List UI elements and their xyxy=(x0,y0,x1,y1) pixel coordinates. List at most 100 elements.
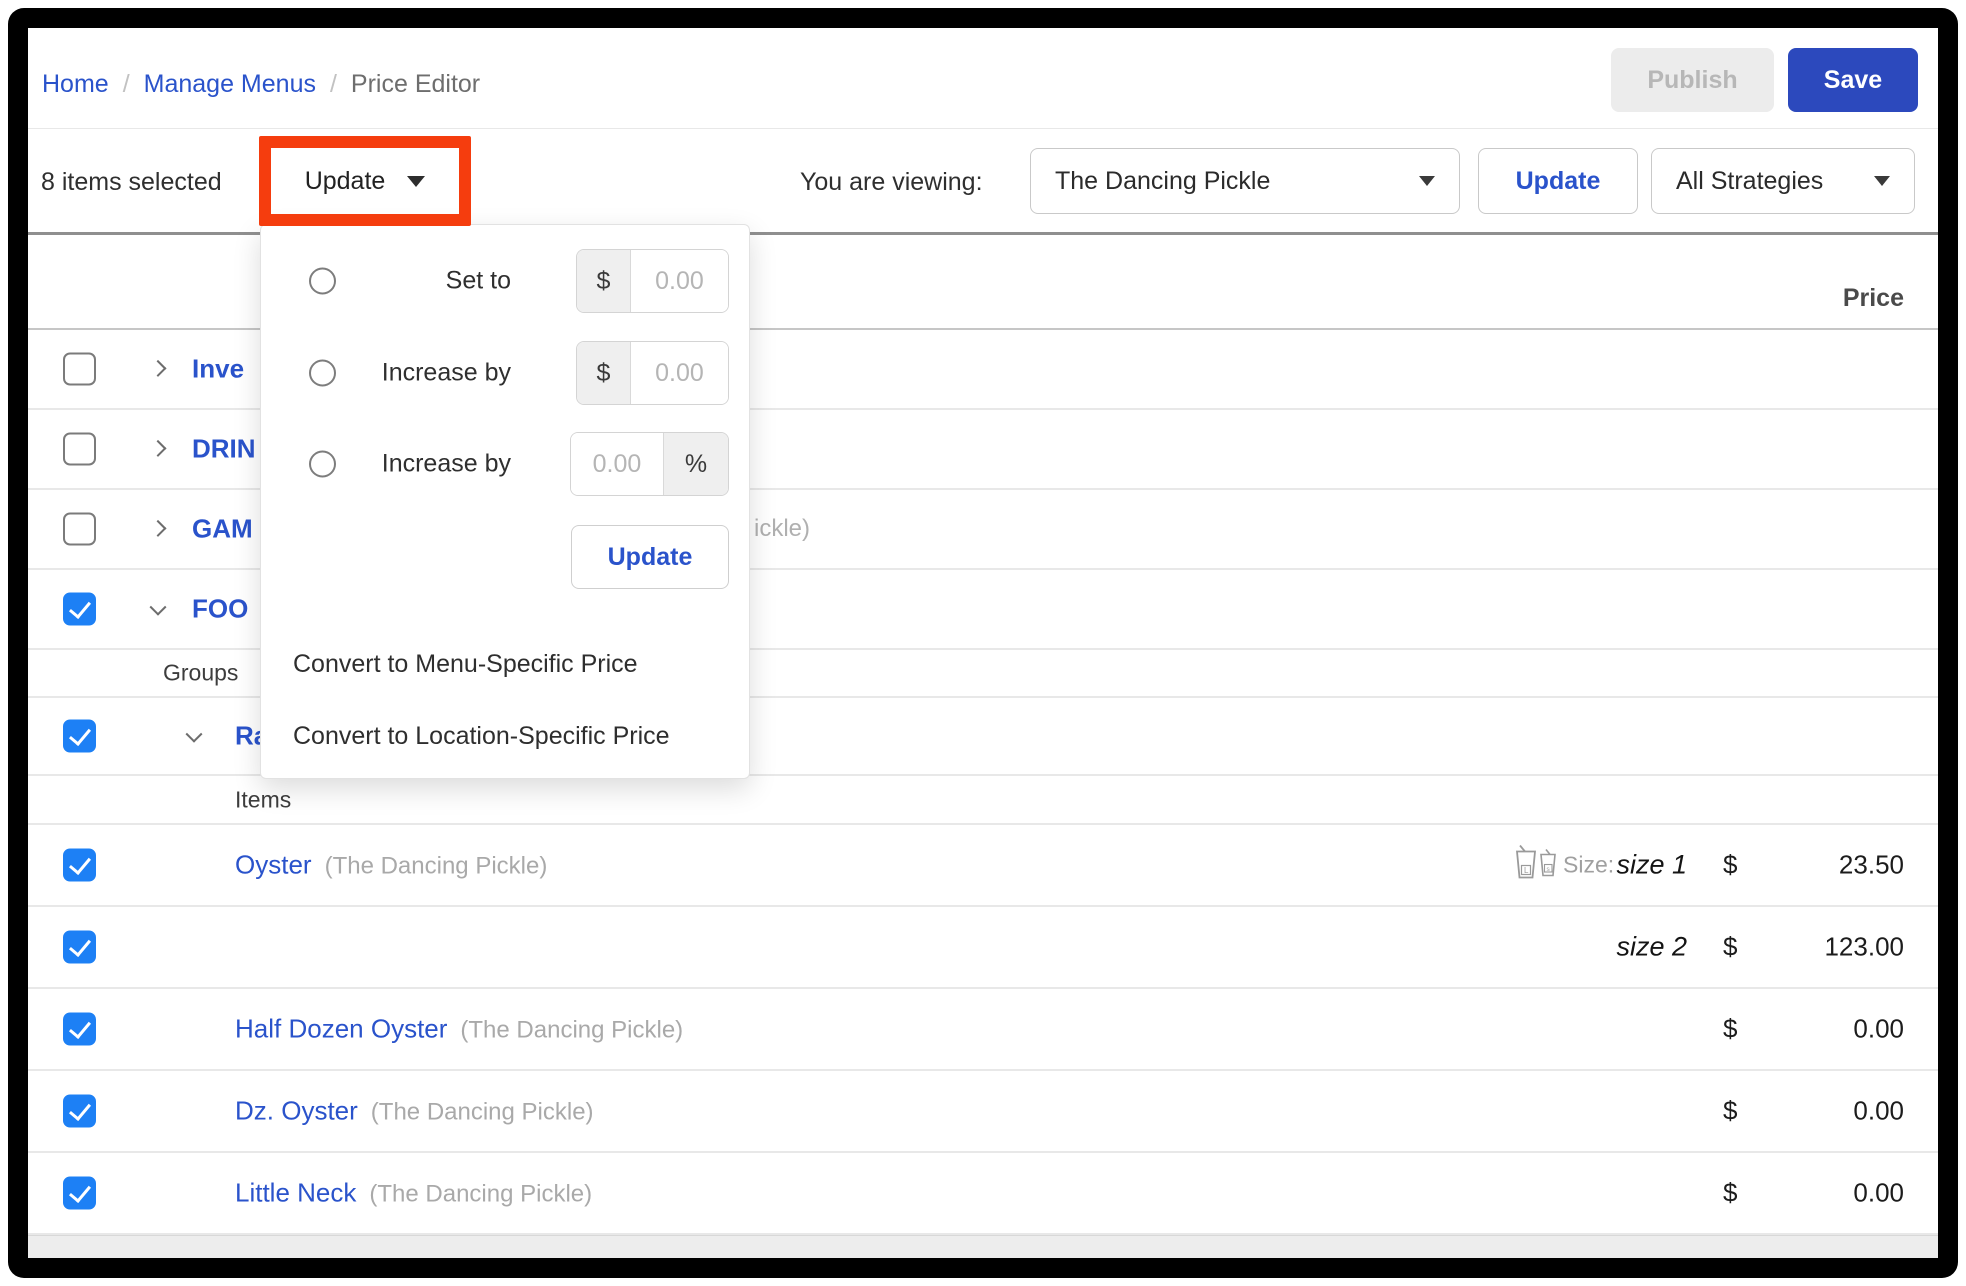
bulk-update-dropdown-panel: Set to $ Increase by $ Increase by xyxy=(260,224,750,779)
item-name-link[interactable]: Oyster xyxy=(235,850,312,881)
item-row-oyster-size1: Oyster (The Dancing Pickle) L s Size: si… xyxy=(28,825,1938,907)
currency-symbol: $ xyxy=(1723,850,1737,881)
currency-symbol: $ xyxy=(1723,932,1737,963)
chevron-down-icon[interactable] xyxy=(150,599,167,616)
size-value: size 2 xyxy=(1616,932,1687,963)
row-checkbox[interactable] xyxy=(63,433,96,466)
convert-to-location-specific-price-item[interactable]: Convert to Location-Specific Price xyxy=(261,707,749,765)
viewing-label: You are viewing: xyxy=(800,168,983,197)
items-section-row: Items xyxy=(28,776,1938,825)
set-to-input-group: $ xyxy=(576,249,729,313)
screenshot-stage: Home / Manage Menus / Price Editor Publi… xyxy=(0,0,1966,1286)
row-checkbox[interactable] xyxy=(63,1095,96,1128)
price-value: 0.00 xyxy=(1853,1096,1904,1127)
row-checkbox[interactable] xyxy=(63,513,96,546)
dropdown-update-button[interactable]: Update xyxy=(571,525,729,589)
menu-select[interactable]: The Dancing Pickle xyxy=(1030,148,1460,214)
breadcrumb-separator: / xyxy=(330,70,337,99)
item-location-text: (The Dancing Pickle) xyxy=(325,853,548,881)
price-value: 123.00 xyxy=(1824,932,1904,963)
dollar-prefix: $ xyxy=(577,342,631,404)
row-checkbox[interactable] xyxy=(63,353,96,386)
breadcrumb-home-link[interactable]: Home xyxy=(42,70,109,99)
item-name-group: Half Dozen Oyster (The Dancing Pickle) xyxy=(235,1014,683,1045)
item-name-link[interactable]: Little Neck xyxy=(235,1178,356,1209)
price-column-header: Price xyxy=(1843,284,1904,313)
menu-select-value: The Dancing Pickle xyxy=(1055,167,1270,196)
bulk-update-dropdown-trigger[interactable]: Update xyxy=(271,148,459,214)
increase-dollar-radio[interactable] xyxy=(309,360,336,387)
size-label: Size: xyxy=(1563,852,1614,879)
items-section-label: Items xyxy=(235,786,291,813)
item-row-half-dozen-oyster: Half Dozen Oyster (The Dancing Pickle) $… xyxy=(28,989,1938,1071)
price-value: 0.00 xyxy=(1853,1178,1904,1209)
percent-suffix: % xyxy=(663,433,728,495)
item-name-group: Oyster (The Dancing Pickle) xyxy=(235,850,547,881)
bottom-strip xyxy=(28,1235,1938,1258)
row-checkbox[interactable] xyxy=(63,593,96,626)
chevron-down-icon xyxy=(1419,176,1435,186)
bulk-update-label: Update xyxy=(305,167,386,196)
increase-dollar-input-group: $ xyxy=(576,341,729,405)
size-cups-icon: L s xyxy=(1513,842,1559,889)
increase-dollar-row: Increase by $ xyxy=(261,341,749,405)
chevron-right-icon[interactable] xyxy=(150,440,167,457)
row-checkbox[interactable] xyxy=(63,849,96,882)
chevron-down-icon[interactable] xyxy=(186,726,203,743)
strategies-select[interactable]: All Strategies xyxy=(1651,148,1915,214)
increase-dollar-amount-input[interactable] xyxy=(631,342,728,404)
group-name-overflow-fragment: ickle) xyxy=(754,515,810,543)
header-divider xyxy=(28,128,1938,129)
set-to-radio[interactable] xyxy=(309,268,336,295)
convert-to-menu-specific-price-item[interactable]: Convert to Menu-Specific Price xyxy=(261,635,749,693)
strategies-select-value: All Strategies xyxy=(1676,167,1823,196)
price-value: 23.50 xyxy=(1839,850,1904,881)
increase-percent-radio[interactable] xyxy=(309,451,336,478)
breadcrumb-current-page: Price Editor xyxy=(351,70,480,99)
item-name-group: Little Neck (The Dancing Pickle) xyxy=(235,1178,592,1209)
viewing-update-button[interactable]: Update xyxy=(1478,148,1638,214)
group-name-link[interactable]: FOO xyxy=(192,594,248,625)
save-button[interactable]: Save xyxy=(1788,48,1918,112)
group-name-link[interactable]: Inve xyxy=(192,354,244,385)
price-editor-app: Home / Manage Menus / Price Editor Publi… xyxy=(28,28,1938,1258)
svg-text:L: L xyxy=(1524,866,1529,875)
set-to-amount-input[interactable] xyxy=(631,250,728,312)
increase-percent-label: Increase by xyxy=(382,450,511,479)
breadcrumb-separator: / xyxy=(123,70,130,99)
increase-dollar-label: Increase by xyxy=(382,359,511,388)
item-row-dz-oyster: Dz. Oyster (The Dancing Pickle) $ 0.00 xyxy=(28,1071,1938,1153)
breadcrumb-manage-menus-link[interactable]: Manage Menus xyxy=(144,70,316,99)
increase-percent-amount-input[interactable] xyxy=(571,433,663,495)
groups-section-label: Groups xyxy=(163,660,238,687)
chevron-right-icon[interactable] xyxy=(150,520,167,537)
item-name-group: Dz. Oyster (The Dancing Pickle) xyxy=(235,1096,594,1127)
item-location-text: (The Dancing Pickle) xyxy=(369,1181,592,1209)
size-value: size 1 xyxy=(1616,850,1687,881)
item-name-link[interactable]: Dz. Oyster xyxy=(235,1096,358,1127)
chevron-down-icon xyxy=(407,176,425,187)
item-name-link[interactable]: Half Dozen Oyster xyxy=(235,1014,447,1045)
price-value: 0.00 xyxy=(1853,1014,1904,1045)
set-to-label: Set to xyxy=(446,267,511,296)
chevron-right-icon[interactable] xyxy=(150,360,167,377)
row-checkbox[interactable] xyxy=(63,720,96,753)
breadcrumb: Home / Manage Menus / Price Editor xyxy=(42,70,480,99)
group-name-link[interactable]: DRIN xyxy=(192,434,256,465)
selection-count-text: 8 items selected xyxy=(41,168,222,197)
item-row-oyster-size2: size 2 $ 123.00 xyxy=(28,907,1938,989)
currency-symbol: $ xyxy=(1723,1178,1737,1209)
item-row-little-neck: Little Neck (The Dancing Pickle) $ 0.00 xyxy=(28,1153,1938,1235)
row-checkbox[interactable] xyxy=(63,1013,96,1046)
row-checkbox[interactable] xyxy=(63,931,96,964)
currency-symbol: $ xyxy=(1723,1014,1737,1045)
dollar-prefix: $ xyxy=(577,250,631,312)
increase-percent-input-group: % xyxy=(570,432,729,496)
group-name-link[interactable]: GAM xyxy=(192,514,253,545)
publish-button[interactable]: Publish xyxy=(1611,48,1774,112)
chevron-down-icon xyxy=(1874,176,1890,186)
set-to-row: Set to $ xyxy=(261,249,749,313)
item-location-text: (The Dancing Pickle) xyxy=(460,1017,683,1045)
row-checkbox[interactable] xyxy=(63,1177,96,1210)
item-location-text: (The Dancing Pickle) xyxy=(371,1099,594,1127)
